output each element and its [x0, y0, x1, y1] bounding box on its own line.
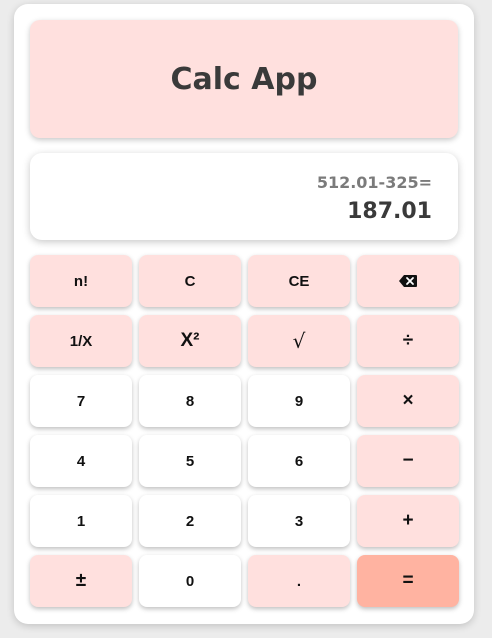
- sqrt-button[interactable]: √: [248, 315, 350, 367]
- backspace-button[interactable]: [357, 255, 459, 307]
- factorial-button[interactable]: n!: [30, 255, 132, 307]
- digit-2-button[interactable]: 2: [139, 495, 241, 547]
- digit-6-button[interactable]: 6: [248, 435, 350, 487]
- app-title: Calc App: [170, 61, 318, 97]
- calculator-display: 512.01-325= 187.01: [30, 153, 458, 240]
- clear-entry-button[interactable]: CE: [248, 255, 350, 307]
- clear-button[interactable]: C: [139, 255, 241, 307]
- expression-text: 512.01-325=: [316, 173, 432, 192]
- calculator-app: Calc App 512.01-325= 187.01 n! C CE 1/X …: [14, 4, 474, 624]
- title-banner: Calc App: [30, 20, 458, 138]
- multiply-button[interactable]: ×: [357, 375, 459, 427]
- digit-8-button[interactable]: 8: [139, 375, 241, 427]
- result-text: 187.01: [347, 199, 432, 224]
- digit-5-button[interactable]: 5: [139, 435, 241, 487]
- digit-0-button[interactable]: 0: [139, 555, 241, 607]
- equals-button[interactable]: =: [357, 555, 459, 607]
- digit-9-button[interactable]: 9: [248, 375, 350, 427]
- reciprocal-button[interactable]: 1/X: [30, 315, 132, 367]
- backspace-icon: [399, 275, 417, 287]
- decimal-button[interactable]: .: [248, 555, 350, 607]
- negate-button[interactable]: ±: [30, 555, 132, 607]
- digit-1-button[interactable]: 1: [30, 495, 132, 547]
- divide-button[interactable]: ÷: [357, 315, 459, 367]
- square-button[interactable]: X²: [139, 315, 241, 367]
- digit-3-button[interactable]: 3: [248, 495, 350, 547]
- minus-button[interactable]: −: [357, 435, 459, 487]
- keypad: n! C CE 1/X X² √ ÷ 7 8 9 × 4 5 6 − 1 2 3…: [30, 255, 460, 607]
- digit-7-button[interactable]: 7: [30, 375, 132, 427]
- digit-4-button[interactable]: 4: [30, 435, 132, 487]
- plus-button[interactable]: +: [357, 495, 459, 547]
